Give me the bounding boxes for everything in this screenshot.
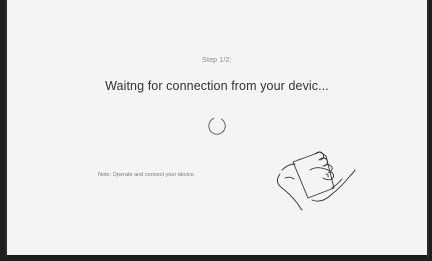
page-title: Waitng for connection from your devic...	[105, 79, 329, 93]
screen-bottom-bezel	[7, 255, 427, 258]
loading-spinner-icon	[208, 117, 226, 135]
instruction-note: Note: Operate and connect your device.	[98, 172, 196, 178]
connection-wizard-screen: Step 1/2: Waitng for connection from you…	[5, 0, 429, 258]
step-indicator: Step 1/2:	[202, 57, 232, 64]
hand-holding-phone-icon	[277, 151, 356, 211]
